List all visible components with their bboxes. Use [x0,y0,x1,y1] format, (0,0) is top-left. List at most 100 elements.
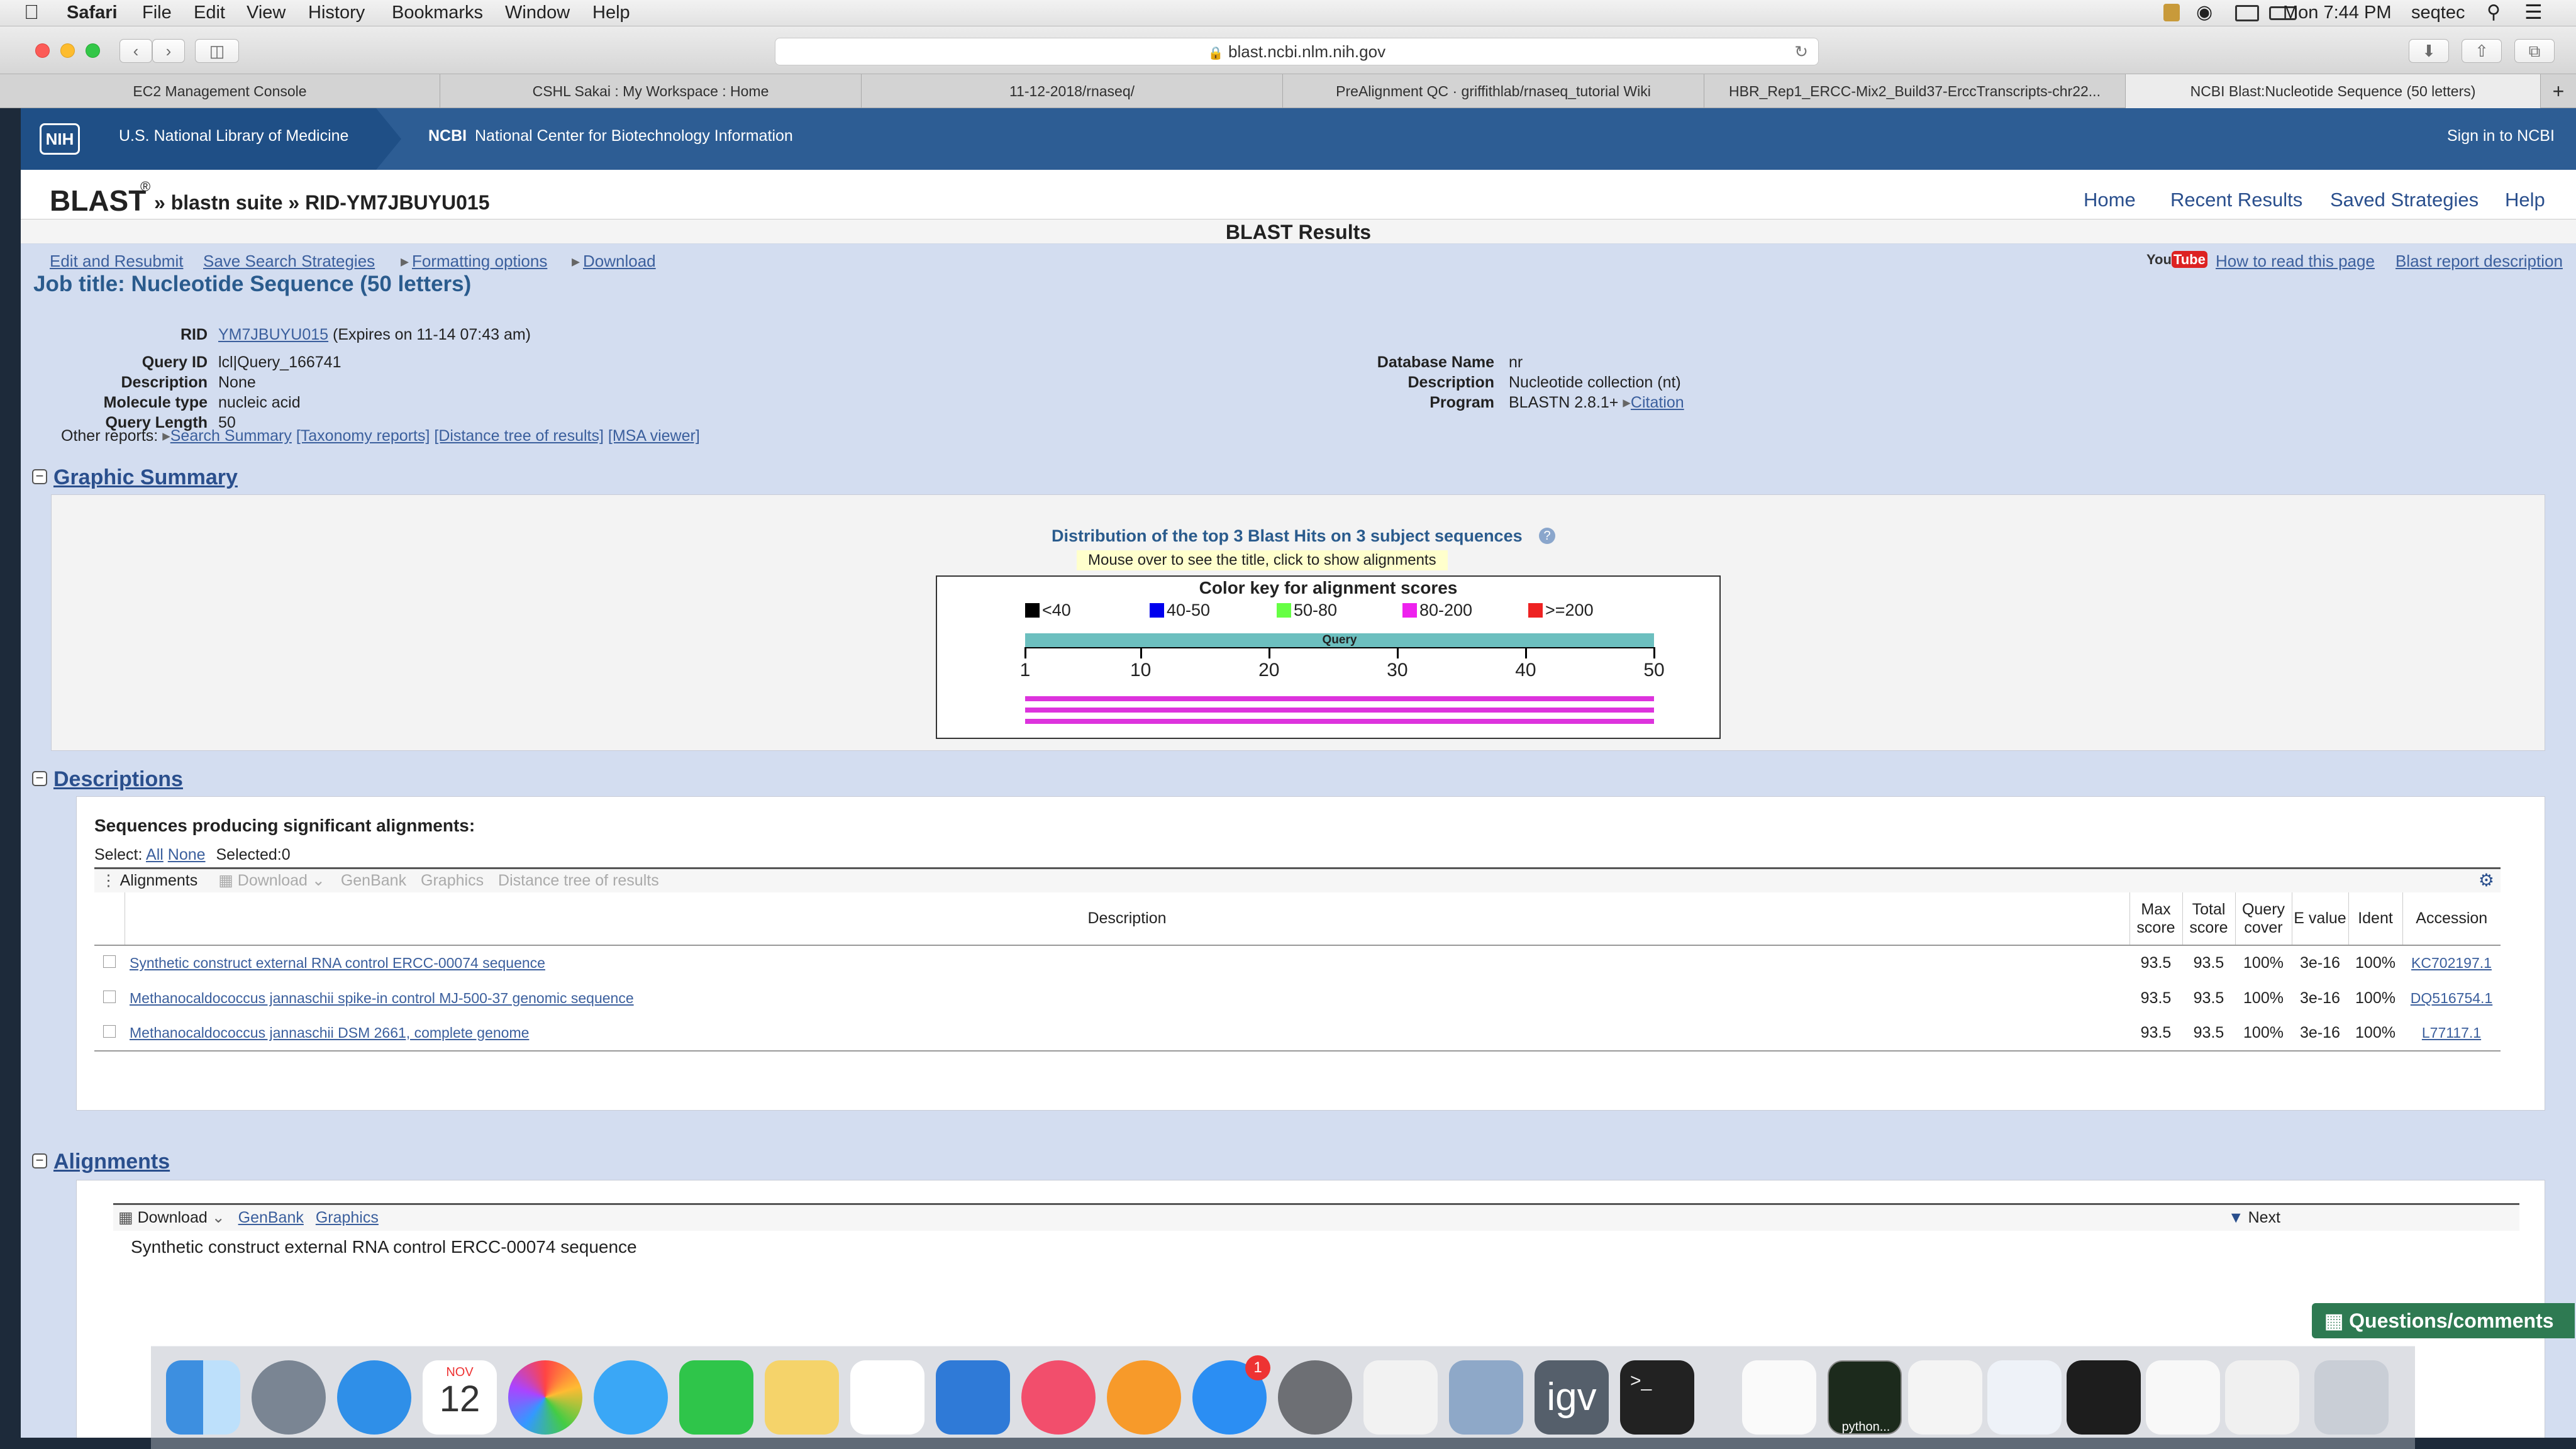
tab-ec2[interactable]: EC2 Management Console [0,74,440,108]
nav-saved-strategies[interactable]: Saved Strategies [2330,189,2479,211]
hit-description-link[interactable]: Methanocaldococcus jannaschii DSM 2661, … [130,1024,529,1041]
edit-resubmit-link[interactable]: Edit and Resubmit [50,252,183,271]
row-checkbox[interactable] [103,955,116,968]
nlm-banner[interactable]: NIH U.S. National Library of Medicine [21,108,376,170]
next-button[interactable]: ▼ Next [2228,1205,2280,1230]
download-button[interactable]: Download [238,872,308,889]
col-total-score[interactable]: Total score [2182,892,2236,945]
col-query-cover[interactable]: Query cover [2235,892,2292,945]
graphic-summary-heading[interactable]: Graphic Summary [53,465,238,490]
back-icon[interactable]: ‹ [119,39,152,63]
help-icon[interactable]: ? [1539,528,1555,544]
alignments-heading[interactable]: Alignments [53,1150,170,1174]
descriptions-heading[interactable]: Descriptions [53,767,183,792]
genbank-button[interactable]: GenBank [341,872,406,889]
tab-ncbi-blast[interactable]: NCBI Blast:Nucleotide Sequence (50 lette… [2126,74,2541,108]
system-preferences-icon[interactable] [1278,1360,1352,1435]
menu-window[interactable]: Window [505,3,570,23]
notification-center-icon[interactable]: ☰ [2524,0,2543,24]
taxonomy-reports-link[interactable]: [Taxonomy reports] [296,427,430,445]
notes-preview-icon[interactable] [765,1360,839,1435]
spotlight-search-icon[interactable]: ⚲ [2487,1,2501,23]
how-to-read-link[interactable]: How to read this page [2216,252,2375,271]
alignments-genbank-link[interactable]: GenBank [238,1209,304,1226]
table-row[interactable]: Synthetic construct external RNA control… [94,945,2501,980]
clock[interactable]: Mon 7:44 PM [2283,3,2391,23]
rid-link[interactable]: YM7JBUYU015 [218,326,328,343]
window-thumbnail[interactable] [2146,1360,2220,1435]
graphics-button[interactable]: Graphics [421,872,484,889]
finder-icon[interactable] [166,1360,240,1435]
col-description[interactable]: Description [125,892,2130,945]
distance-tree-button[interactable]: Distance tree of results [498,872,659,889]
downloads-icon[interactable]: ⬇ [2409,39,2449,63]
menu-view[interactable]: View [247,3,286,23]
collapse-icon[interactable]: − [32,1153,47,1169]
user-menu[interactable]: seqtec [2411,3,2465,23]
tab-prealignment-qc[interactable]: PreAlignment QC · griffithlab/rnaseq_tut… [1283,74,1704,108]
sidebar-toggle-icon[interactable]: ◫ [195,39,239,63]
tab-hbr-rep1[interactable]: HBR_Rep1_ERCC-Mix2_Build37-ErccTranscrip… [1704,74,2126,108]
address-bar[interactable]: 🔒 blast.ncbi.nlm.nih.gov ↻ [775,38,1819,65]
menu-app-name[interactable]: Safari [67,3,118,23]
col-e-value[interactable]: E value [2292,892,2349,945]
terminal-icon[interactable]: >_ [1620,1360,1694,1435]
table-row[interactable]: Methanocaldococcus jannaschii DSM 2661, … [94,1016,2501,1051]
accession-link[interactable]: L77117.1 [2422,1024,2481,1041]
nav-recent-results[interactable]: Recent Results [2170,189,2302,211]
window-thumbnail[interactable] [2225,1360,2299,1435]
collapse-icon[interactable]: − [32,469,47,484]
zoom-window-icon[interactable] [86,43,100,58]
document-icon[interactable] [1742,1360,1816,1435]
report-description-link[interactable]: Blast report description [2396,252,2563,271]
messages-icon[interactable] [594,1360,668,1435]
alignments-button[interactable]: Alignments [120,872,198,889]
blast-logo[interactable]: BLAST [50,184,146,218]
airplay-icon[interactable] [2235,5,2259,21]
share-icon[interactable]: ⇧ [2462,39,2502,63]
reload-icon[interactable]: ↻ [1794,38,1808,65]
youtube-icon[interactable]: You Tube [2146,249,2207,270]
music-icon[interactable] [1021,1360,1096,1435]
download-link[interactable]: Download [583,252,656,271]
launchpad-icon[interactable] [252,1360,326,1435]
nav-help[interactable]: Help [2505,189,2545,211]
preview-icon[interactable] [1449,1360,1523,1435]
apple-icon[interactable]:  [24,1,39,24]
search-summary-link[interactable]: Search Summary [170,427,292,445]
accession-link[interactable]: DQ516754.1 [2411,990,2492,1006]
keynote-icon[interactable] [936,1360,1010,1435]
app-store-icon[interactable]: 1 [1192,1355,1270,1435]
calendar-icon[interactable]: NOV 12 [423,1360,497,1435]
safari-icon[interactable] [337,1360,411,1435]
numbers-icon[interactable] [850,1360,924,1435]
shield-status-icon[interactable] [2163,4,2180,21]
alignments-download-button[interactable]: Download [138,1209,208,1226]
row-checkbox[interactable] [103,990,116,1003]
forward-icon[interactable]: › [152,39,185,63]
trash-icon[interactable] [2314,1360,2389,1435]
hit-description-link[interactable]: Methanocaldococcus jannaschii spike-in c… [130,990,634,1006]
tab-rnaseq-dir[interactable]: 11-12-2018/rnaseq/ [862,74,1283,108]
save-strategies-link[interactable]: Save Search Strategies [203,252,375,271]
msa-viewer-link[interactable]: [MSA viewer] [608,427,700,445]
menu-bookmarks[interactable]: Bookmarks [392,3,483,23]
table-row[interactable]: Methanocaldococcus jannaschii spike-in c… [94,980,2501,1016]
ncbi-abbr[interactable]: NCBI [428,127,467,145]
sign-in-link[interactable]: Sign in to NCBI [2447,127,2555,145]
books-icon[interactable] [1107,1360,1181,1435]
ncbi-full-name[interactable]: National Center for Biotechnology Inform… [475,127,793,145]
gear-icon[interactable]: ⚙ [2479,869,2494,892]
menu-history[interactable]: History [308,3,365,23]
new-tab-icon[interactable]: + [2541,74,2576,108]
minimize-window-icon[interactable] [60,43,75,58]
close-window-icon[interactable] [35,43,50,58]
questions-comments-button[interactable]: ▦ Questions/comments [2312,1303,2575,1338]
textedit-icon[interactable] [1363,1360,1438,1435]
accession-link[interactable]: KC702197.1 [2411,955,2492,971]
col-max-score[interactable]: Max score [2129,892,2183,945]
window-thumbnail[interactable] [1987,1360,2062,1435]
collapse-icon[interactable]: − [32,771,47,786]
menu-help[interactable]: Help [592,3,630,23]
citation-link[interactable]: Citation [1631,394,1684,411]
